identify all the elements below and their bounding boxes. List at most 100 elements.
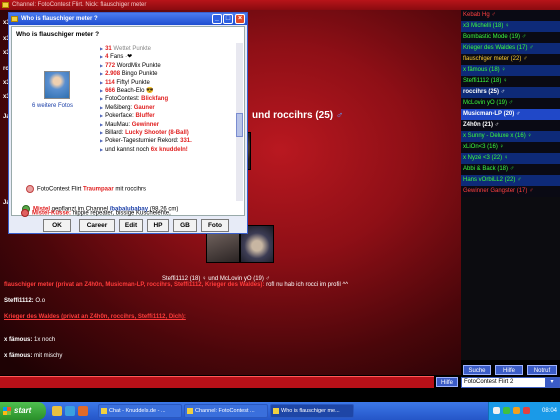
user-list-item[interactable]: x3 Michelli (18) ♀ — [461, 21, 560, 32]
user-list-item[interactable]: x fämous (18) ♀ — [461, 65, 560, 76]
more-photos-link[interactable]: 6 weitere Fotos — [32, 103, 73, 109]
stat-row: und kannst noch 6x knuddeln! — [100, 146, 240, 154]
stat-label: Beach-Elo 😎 — [115, 88, 154, 95]
user-list-item[interactable]: Z4h0n (21) ♂ — [461, 120, 560, 131]
search-button[interactable]: Suche — [463, 365, 491, 375]
user-list-item[interactable]: xLiOn<3 (16) ♀ — [461, 142, 560, 153]
user-list-item[interactable]: flauschiger meter (22) ♂ — [461, 54, 560, 65]
minimize-icon[interactable]: _ — [212, 14, 222, 24]
event-text: mit roccihrs — [113, 186, 147, 193]
scrollbar-thumb[interactable] — [236, 113, 243, 137]
event-row: Mistel-Küsse: nippie repeater, bissige K… — [21, 209, 171, 217]
maximize-icon[interactable]: □ — [223, 14, 233, 24]
user-list-item[interactable]: Steffi1112 (18) ♀ — [461, 76, 560, 87]
quicklaunch-icon[interactable] — [65, 406, 75, 416]
vertical-scrollbar[interactable] — [236, 43, 243, 201]
heart-icon — [26, 185, 34, 193]
message-text: 1x noch — [32, 337, 56, 343]
user-list-item[interactable]: Kebab Hg ♂ — [461, 10, 560, 21]
window-icon — [101, 408, 107, 414]
user-list-item[interactable]: Musicman-LP (20) ♂ — [461, 109, 560, 120]
user-list-item[interactable]: x Sunny - Deluxe x (16) ♀ — [461, 131, 560, 142]
tray-icon[interactable] — [493, 407, 500, 414]
male-icon: ♂ — [335, 110, 344, 121]
stat-row: Pokerface: Bluffer — [100, 112, 240, 120]
tray-icon[interactable] — [503, 407, 510, 414]
event-highlight: Mistel-Küsse: — [32, 210, 72, 217]
close-icon[interactable]: × — [235, 14, 245, 24]
sender-name[interactable]: Krieger des Waldes (privat an Z4h0n, roc… — [4, 314, 186, 320]
stat-value: Bluffer — [135, 113, 155, 120]
taskbar-item[interactable]: Who is flauschiger me... — [270, 404, 354, 418]
profile-stats: 31 Wettet Punkte4 Fans ·❤772 WordMix Pun… — [100, 45, 240, 154]
main-window-titlebar: Channel: FotoContest Flirt. Nick: flausc… — [0, 0, 560, 10]
chat-message: x fämous: 1x noch — [4, 337, 55, 343]
guestbook-button[interactable]: GB — [173, 219, 197, 232]
sender-name[interactable]: Steffi1112: — [4, 298, 34, 304]
sender-name[interactable]: x fämous: — [4, 337, 32, 343]
quicklaunch-icon[interactable] — [78, 406, 88, 416]
stat-row: 4 Fans ·❤ — [100, 53, 240, 61]
event-row: FotoContest Flirt Traumpaar mit roccihrs — [26, 185, 146, 193]
user-list-item[interactable]: roccihrs (25) ♂ — [461, 87, 560, 98]
taskbar: start Chat - Knuddels.de - ... Channel: … — [0, 402, 560, 420]
stat-value: 331. — [180, 138, 192, 145]
chat-message: x fämous: mit mischy — [4, 353, 62, 359]
homepage-button[interactable]: HP — [147, 219, 169, 232]
tray-icon[interactable] — [523, 407, 530, 414]
stat-row: Meßiberg: Gauner — [100, 104, 240, 112]
profile-photo[interactable] — [44, 71, 70, 99]
chat-input[interactable] — [0, 376, 434, 388]
taskbar-item[interactable]: Chat - Knuddels.de - ... — [98, 404, 182, 418]
stat-row: FotoContest: Blickfang — [100, 95, 240, 103]
sender-name[interactable]: x fämous: — [4, 353, 32, 359]
profile-heading: Who is flauschiger meter ? — [16, 31, 244, 39]
channel-select[interactable]: FotoContest Flirt 2 ▾ — [461, 377, 560, 388]
stat-label: Poker-Tagesturnier Rekord: — [105, 138, 181, 145]
stat-row: 2.908 Bingo Punkte — [100, 70, 240, 78]
edit-button[interactable]: Edit — [119, 219, 143, 232]
event-text: FotoContest Flirt — [37, 186, 84, 193]
chat-heading-text: und roccihrs (25) — [252, 110, 334, 121]
stat-row: 666 Beach-Elo 😎 — [100, 87, 240, 95]
ok-button[interactable]: OK — [43, 219, 71, 232]
emergency-button[interactable]: Notruf — [527, 365, 557, 375]
user-list-item[interactable]: McLovin yO (19) ♂ — [461, 98, 560, 109]
sender-name[interactable]: flauschiger meter (privat an Z4h0n, Musi… — [4, 282, 264, 288]
chat-message: flauschiger meter (privat an Z4h0n, Musi… — [4, 282, 348, 288]
event-highlight: Traumpaar — [83, 186, 114, 193]
user-list-item[interactable]: Krieger des Waldes (17) ♂ — [461, 43, 560, 54]
start-button[interactable]: start — [0, 402, 46, 420]
profile-dialog: Who is flauschiger meter ? _ □ × Who is … — [8, 12, 248, 234]
chat-message: Steffi1112: O.o — [4, 298, 45, 304]
user-list-item[interactable]: x Nyzé <3 (22) ♀ — [461, 153, 560, 164]
user-list-item[interactable]: Abbi & Back (18) ♂ — [461, 164, 560, 175]
quicklaunch-icon[interactable] — [52, 406, 62, 416]
stat-row: MauMau: Gewinner — [100, 121, 240, 129]
user-list[interactable]: Kebab Hg ♂ x3 Michelli (18) ♀ Bombastic Mo… — [461, 10, 560, 360]
dialog-title: Who is flauschiger meter ? — [21, 16, 98, 22]
user-list-item[interactable]: Hans vOrbiLL2 (22) ♂ — [461, 175, 560, 186]
photo-button[interactable]: Foto — [201, 219, 229, 232]
help-button[interactable]: Hilfe — [495, 365, 523, 375]
user-list-item[interactable]: Bombastic Mode (19) ♂ — [461, 32, 560, 43]
clock: 08:04 — [541, 408, 557, 414]
channel-select-value: FotoContest Flirt 2 — [464, 379, 514, 385]
system-tray: 08:04 — [488, 402, 560, 420]
taskbar-item[interactable]: Channel: FotoContest ... — [184, 404, 268, 418]
stat-value: Gauner — [133, 104, 155, 111]
stat-value: Lucky Shooter (8-Ball) — [125, 130, 189, 137]
stat-value: 31 — [105, 46, 112, 52]
stat-label: MauMau: — [105, 121, 132, 128]
career-button[interactable]: Career — [79, 219, 115, 232]
chevron-down-icon[interactable]: ▾ — [545, 378, 559, 387]
dialog-titlebar[interactable]: Who is flauschiger meter ? _ □ × — [9, 13, 247, 25]
help-button[interactable]: Hilfe — [436, 377, 458, 387]
tray-icon[interactable] — [513, 407, 520, 414]
stat-label: Fifty! Punkte — [114, 79, 150, 86]
user-list-item[interactable]: Gewinner Gangster (17) ♂ — [461, 186, 560, 197]
windows-logo-icon — [3, 407, 11, 415]
stat-value: 114 — [105, 79, 115, 86]
stat-label: Wettet Punkte — [111, 46, 152, 52]
stat-label: FotoContest: — [105, 96, 142, 103]
